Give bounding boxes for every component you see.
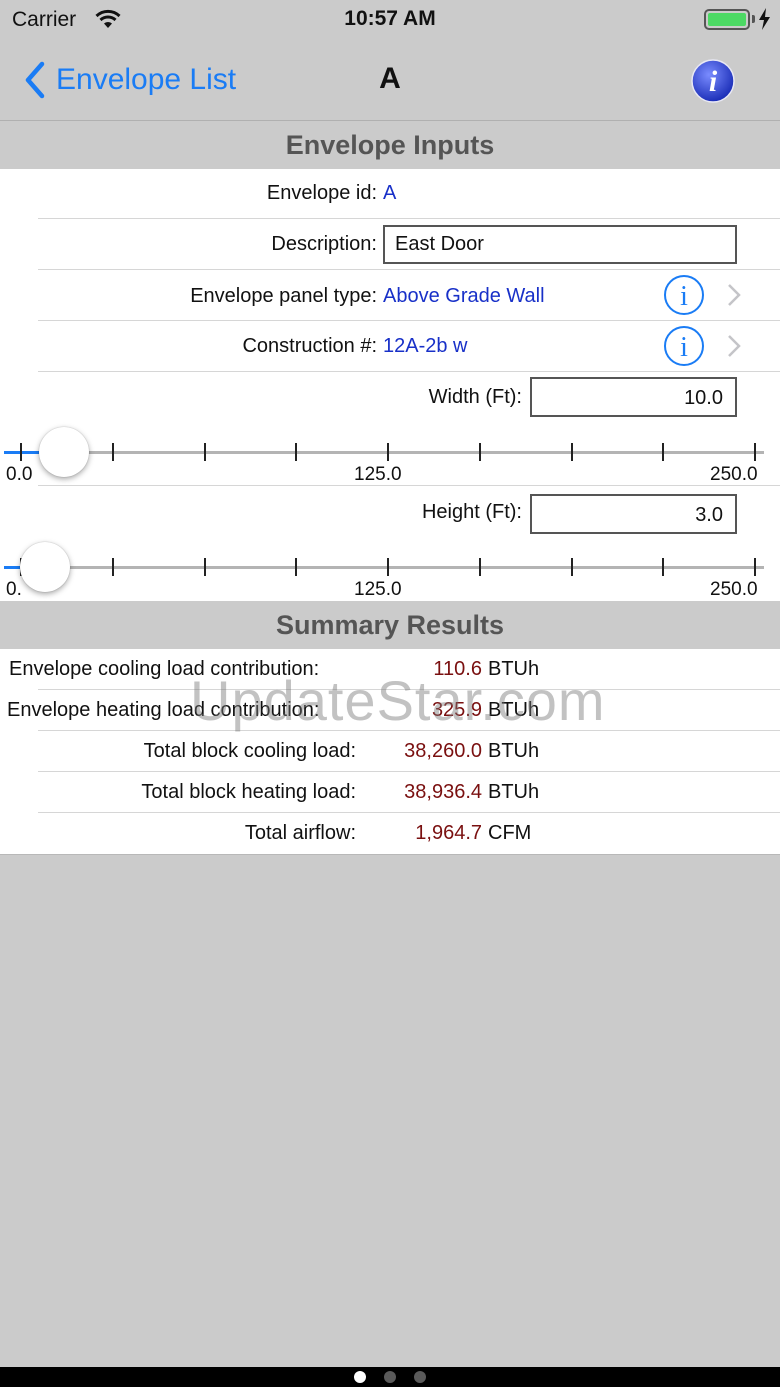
- slider-tick: [387, 558, 389, 576]
- slider-tick: [571, 558, 573, 576]
- width-row: Width (Ft): 10.0: [0, 372, 780, 422]
- panel-type-info-icon[interactable]: i: [663, 274, 705, 316]
- page-control[interactable]: [0, 1367, 780, 1387]
- panel-type-value: Above Grade Wall: [383, 285, 545, 307]
- slider-thumb[interactable]: [20, 542, 70, 592]
- chevron-right-icon: [728, 284, 741, 306]
- slider-tick: [662, 443, 664, 461]
- description-row: Description: East Door: [0, 219, 780, 269]
- slider-min-label: 0.0: [6, 464, 33, 485]
- slider-tick: [204, 443, 206, 461]
- envelope-id-value: A: [383, 182, 397, 204]
- summary-unit: CFM: [488, 822, 532, 844]
- charging-bolt-icon: [759, 8, 770, 30]
- slider-tick: [754, 558, 756, 576]
- construction-info-icon[interactable]: i: [663, 325, 705, 367]
- height-label: Height (Ft):: [421, 501, 522, 523]
- battery-tip: [752, 15, 755, 23]
- navigation-bar: Envelope List A i: [0, 40, 780, 121]
- section-header-summary: Summary Results: [275, 610, 505, 640]
- slider-tick: [662, 558, 664, 576]
- slider-tick: [112, 443, 114, 461]
- slider-fill: [4, 566, 20, 569]
- svg-text:i: i: [680, 281, 688, 312]
- section-header-inputs: Envelope Inputs: [285, 130, 495, 160]
- separator: [38, 485, 780, 486]
- summary-value: 38,936.4: [404, 781, 482, 803]
- construction-row[interactable]: Construction #: 12A-2b w i: [0, 321, 780, 371]
- construction-label: Construction #:: [242, 335, 377, 357]
- inputs-panel: Envelope id: A Description: East Door En…: [0, 169, 780, 601]
- slider-tick: [204, 558, 206, 576]
- summary-label: Total block heating load:: [141, 781, 356, 803]
- envelope-id-row: Envelope id: A: [0, 169, 780, 218]
- slider-tick: [754, 443, 756, 461]
- summary-value: 110.6: [433, 658, 482, 680]
- slider-tick: [479, 443, 481, 461]
- slider-tick: [112, 558, 114, 576]
- page-dot[interactable]: [384, 1371, 396, 1383]
- summary-label: Envelope heating load contribution:: [7, 699, 320, 721]
- height-field[interactable]: 3.0: [530, 494, 737, 534]
- width-label: Width (Ft):: [428, 386, 522, 408]
- slider-max-label: 250.0: [710, 464, 758, 485]
- page-dot[interactable]: [414, 1371, 426, 1383]
- summary-row: Total block cooling load: 38,260.0 BTUh: [0, 731, 780, 772]
- summary-label: Total block cooling load:: [143, 740, 356, 762]
- width-field[interactable]: 10.0: [530, 377, 737, 417]
- summary-row: Envelope heating load contribution: 325.…: [0, 690, 780, 731]
- height-slider[interactable]: 0. 125.0 250.0: [0, 540, 780, 600]
- summary-row: Total airflow: 1,964.7 CFM: [0, 813, 780, 854]
- summary-panel: Envelope cooling load contribution: 110.…: [0, 649, 780, 855]
- summary-row: Total block heating load: 38,936.4 BTUh: [0, 772, 780, 813]
- description-field[interactable]: East Door: [383, 225, 737, 264]
- summary-label: Total airflow:: [244, 822, 356, 844]
- info-icon[interactable]: i: [690, 58, 736, 104]
- svg-text:i: i: [709, 65, 718, 98]
- slider-min-label: 0.: [6, 579, 22, 600]
- svg-text:i: i: [680, 332, 688, 363]
- slider-thumb[interactable]: [39, 427, 89, 477]
- page-dot[interactable]: [354, 1371, 366, 1383]
- summary-value: 1,964.7: [415, 822, 482, 844]
- slider-tick: [571, 443, 573, 461]
- summary-label: Envelope cooling load contribution:: [9, 658, 320, 680]
- slider-track: [4, 566, 764, 569]
- slider-max-label: 250.0: [710, 579, 758, 600]
- slider-mid-label: 125.0: [354, 464, 402, 485]
- slider-track: [4, 451, 764, 454]
- panel-type-label: Envelope panel type:: [190, 285, 377, 307]
- slider-tick: [295, 443, 297, 461]
- slider-tick: [479, 558, 481, 576]
- battery-icon: [704, 9, 750, 30]
- summary-unit: BTUh: [488, 658, 540, 680]
- status-bar: Carrier 10:57 AM: [0, 0, 780, 40]
- summary-row: Envelope cooling load contribution: 110.…: [0, 649, 780, 690]
- panel-type-row[interactable]: Envelope panel type: Above Grade Wall i: [0, 270, 780, 320]
- description-label: Description:: [271, 233, 377, 255]
- width-slider[interactable]: 0.0 125.0 250.0: [0, 425, 780, 485]
- chevron-right-icon: [728, 335, 741, 357]
- slider-mid-label: 125.0: [354, 579, 402, 600]
- construction-value: 12A-2b w: [383, 335, 468, 357]
- slider-tick: [20, 443, 22, 461]
- summary-value: 325.9: [431, 699, 482, 721]
- summary-unit: BTUh: [488, 781, 540, 803]
- summary-value: 38,260.0: [404, 740, 482, 762]
- slider-tick: [295, 558, 297, 576]
- summary-unit: BTUh: [488, 699, 540, 721]
- summary-unit: BTUh: [488, 740, 540, 762]
- height-row: Height (Ft): 3.0: [0, 487, 780, 537]
- clock: 10:57 AM: [344, 7, 436, 30]
- envelope-id-label: Envelope id:: [266, 182, 377, 204]
- page-title: A: [379, 62, 401, 95]
- slider-tick: [387, 443, 389, 461]
